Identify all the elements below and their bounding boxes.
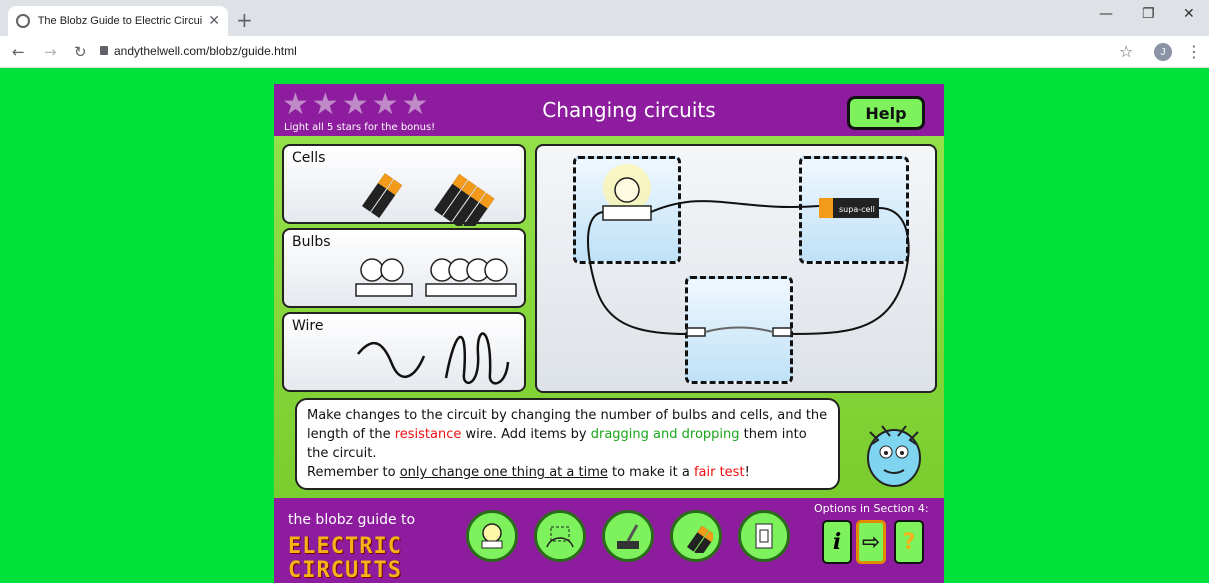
bulbs-panel: Bulbs	[282, 228, 526, 308]
bonus-text: Light all 5 stars for the bonus!	[284, 122, 436, 133]
instructions-text: to make it a	[607, 465, 694, 480]
underlined-text: only change one thing at a time	[399, 465, 608, 480]
star-icon: ★	[341, 87, 369, 122]
close-window-icon[interactable]: ✕	[1183, 6, 1195, 22]
logo-line-2: CIRCUITS	[288, 558, 402, 583]
section-circuit-button[interactable]	[534, 510, 586, 562]
address-bar: ← → ↻ andythelwell.com/blobz/guide.html …	[0, 36, 1209, 68]
info-icon: i	[832, 529, 842, 555]
close-tab-icon[interactable]: ✕	[208, 13, 220, 29]
star-icon: ★	[311, 87, 339, 122]
lit-bulb-icon	[614, 177, 640, 203]
short-wire-icon[interactable]	[357, 341, 426, 378]
star-icon: ★	[371, 87, 399, 122]
logo-line-1: ELECTRIC	[288, 534, 402, 559]
fair-test-keyword: fair test	[693, 465, 745, 480]
avatar[interactable]: J	[1154, 43, 1172, 61]
blob-character	[867, 425, 921, 487]
url-field[interactable]: andythelwell.com/blobz/guide.html	[114, 44, 297, 58]
battery-icon[interactable]	[362, 173, 403, 219]
bookmark-star-icon[interactable]: ☆	[1119, 42, 1133, 61]
bulb-icon[interactable]	[355, 258, 413, 297]
battery-icon	[687, 525, 713, 553]
restore-icon[interactable]: ❐	[1142, 6, 1155, 22]
circuit-wiring: supa-cell	[587, 164, 910, 337]
minimize-icon[interactable]: —	[1099, 6, 1113, 22]
bulb-icon	[481, 523, 503, 549]
star-icon: ★	[282, 87, 309, 122]
circuit-icon	[546, 526, 574, 548]
section-bulb-button[interactable]	[466, 510, 518, 562]
question-button[interactable]: ?	[894, 520, 924, 564]
globe-icon	[16, 14, 30, 28]
browser-tab[interactable]: The Blobz Guide to Electric Circui ✕	[8, 6, 228, 36]
instructions-text: wire. Add items by	[461, 427, 591, 442]
instructions-line-2: Remember to only change one thing at a t…	[307, 463, 828, 482]
cells-options	[362, 173, 495, 226]
next-button[interactable]: ⇨	[856, 520, 886, 564]
resistance-keyword: resistance	[394, 427, 462, 442]
help-button[interactable]: Help	[847, 96, 925, 130]
menu-icon[interactable]: ⋮	[1186, 42, 1202, 61]
switch-icon	[617, 524, 639, 549]
wire-options	[357, 332, 510, 385]
long-wire-icon[interactable]	[444, 332, 510, 385]
drag-keyword: dragging and dropping	[590, 427, 740, 442]
arrow-right-icon: ⇨	[861, 529, 881, 555]
reload-icon[interactable]: ↻	[74, 43, 87, 61]
lock-icon	[100, 46, 108, 55]
cell-label: supa-cell	[839, 205, 875, 214]
circuit-board: supa-cell	[535, 144, 937, 393]
new-tab-icon[interactable]: +	[236, 8, 253, 32]
instructions-bubble: Make changes to the circuit by changing …	[295, 398, 840, 490]
circuit-diagram-icon	[755, 523, 773, 549]
battery-icon[interactable]	[434, 173, 495, 226]
browser-tab-bar: The Blobz Guide to Electric Circui ✕ + —…	[0, 0, 1209, 36]
instructions-text: Remember to	[307, 465, 400, 480]
question-icon: ?	[902, 529, 916, 555]
instructions-text: !	[744, 465, 750, 480]
instructions-line-1: Make changes to the circuit by changing …	[307, 406, 828, 463]
wire-panel: Wire	[282, 312, 526, 392]
app-header: ★ ★ ★ ★ ★ Light all 5 stars for the bonu…	[274, 84, 944, 136]
bonus-stars: ★ ★ ★ ★ ★	[282, 90, 429, 120]
section-diagram-button[interactable]	[738, 510, 790, 562]
options-label: Options in Section 4:	[814, 502, 929, 515]
section-battery-button[interactable]	[670, 510, 722, 562]
forward-icon[interactable]: →	[44, 43, 57, 61]
bulbs-options	[355, 258, 517, 297]
tab-title: The Blobz Guide to Electric Circui	[37, 15, 203, 27]
guide-text: the blobz guide to	[288, 512, 416, 528]
footer-nav: the blobz guide to ELECTRIC CIRCUITS Opt…	[274, 498, 944, 583]
star-icon: ★	[401, 87, 429, 122]
activity-stage: Cells Bulbs Wire supa-cell Make changes …	[274, 136, 944, 498]
bulb-icon[interactable]	[425, 258, 517, 297]
info-button[interactable]: i	[822, 520, 852, 564]
page-title: Changing circuits	[542, 98, 716, 122]
cells-panel: Cells	[282, 144, 526, 226]
back-icon[interactable]: ←	[12, 43, 25, 61]
section-switch-button[interactable]	[602, 510, 654, 562]
app-frame: ★ ★ ★ ★ ★ Light all 5 stars for the bonu…	[274, 84, 944, 583]
